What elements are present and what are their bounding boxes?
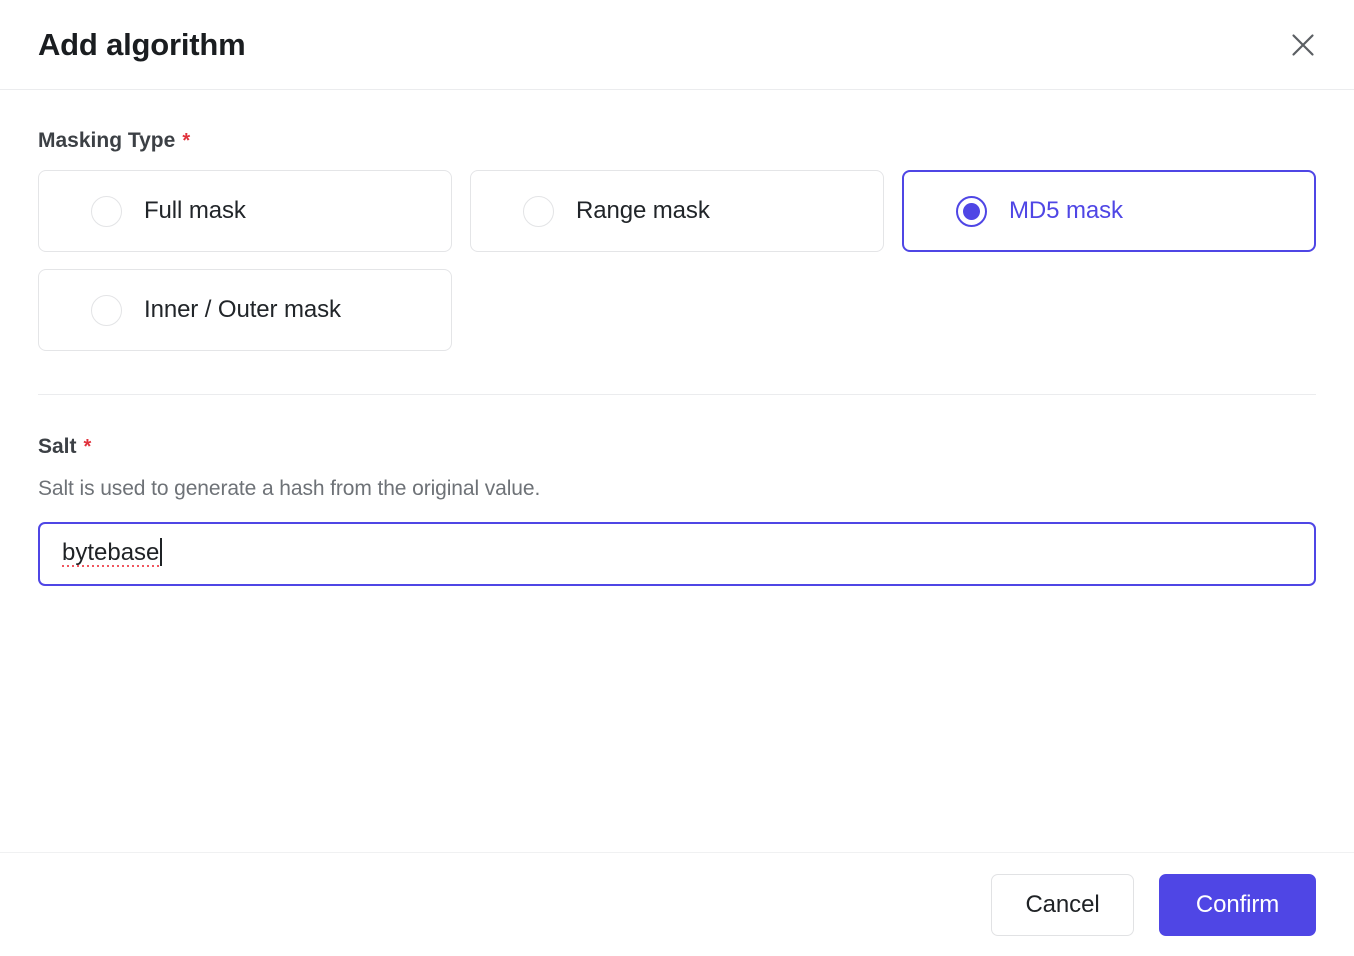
radio-option-label: Range mask (576, 199, 710, 223)
required-asterisk: * (182, 131, 190, 151)
radio-option-inner-outer-mask[interactable]: Inner / Outer mask (38, 269, 452, 351)
cancel-button[interactable]: Cancel (991, 874, 1134, 936)
dialog-footer: Cancel Confirm (0, 852, 1354, 956)
section-divider (38, 394, 1316, 395)
radio-icon-selected (956, 196, 987, 227)
salt-input-value: bytebase (62, 541, 159, 567)
add-algorithm-dialog: Add algorithm Masking Type * Full mask R… (0, 0, 1354, 956)
radio-option-label: Inner / Outer mask (144, 298, 341, 322)
radio-option-md5-mask[interactable]: MD5 mask (902, 170, 1316, 252)
close-icon (1289, 31, 1317, 59)
radio-option-range-mask[interactable]: Range mask (470, 170, 884, 252)
salt-input[interactable]: bytebase (38, 522, 1316, 586)
radio-option-label: Full mask (144, 199, 246, 223)
dialog-body: Masking Type * Full mask Range mask MD5 … (0, 90, 1354, 852)
close-button[interactable] (1280, 22, 1326, 68)
radio-icon (91, 295, 122, 326)
masking-type-label: Masking Type * (38, 128, 1316, 153)
radio-option-label: MD5 mask (1009, 199, 1123, 223)
confirm-button[interactable]: Confirm (1159, 874, 1316, 936)
salt-label-text: Salt (38, 434, 77, 459)
page-title: Add algorithm (38, 29, 246, 60)
radio-icon (523, 196, 554, 227)
salt-description: Salt is used to generate a hash from the… (38, 476, 1316, 501)
required-asterisk: * (84, 437, 92, 457)
radio-option-full-mask[interactable]: Full mask (38, 170, 452, 252)
masking-type-options: Full mask Range mask MD5 mask Inner / Ou… (38, 170, 1316, 351)
salt-label: Salt * (38, 434, 1316, 459)
dialog-header: Add algorithm (0, 0, 1354, 90)
text-caret (160, 538, 162, 566)
radio-icon (91, 196, 122, 227)
masking-type-label-text: Masking Type (38, 128, 175, 153)
